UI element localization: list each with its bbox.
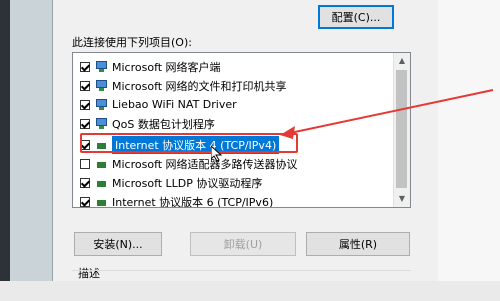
description-groupbox: [72, 270, 411, 301]
properties-button[interactable]: 属性(R): [306, 232, 410, 256]
install-button[interactable]: 安装(N)...: [74, 232, 162, 256]
mouse-cursor-icon: [211, 146, 223, 162]
uninstall-button[interactable]: 卸载(U): [190, 232, 296, 256]
